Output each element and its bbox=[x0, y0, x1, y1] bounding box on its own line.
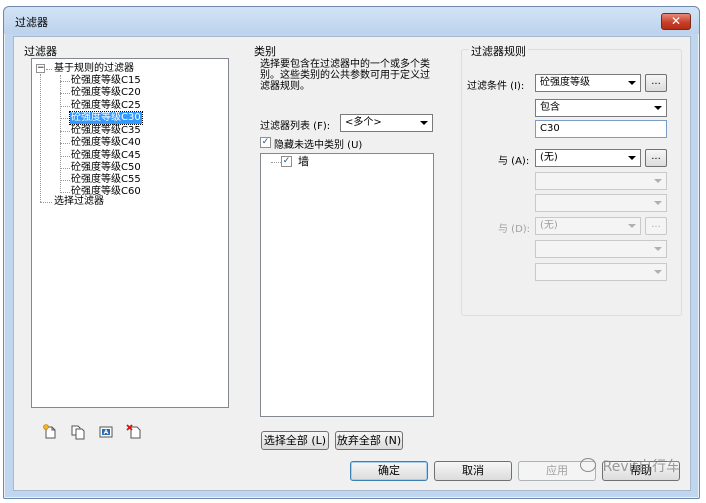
and1-label: 与 (A): bbox=[498, 156, 530, 167]
tree-connector bbox=[60, 81, 70, 82]
tree-root-selection-filter[interactable]: 选择过滤器 bbox=[53, 196, 105, 208]
filter-list-value: <多个> bbox=[345, 117, 382, 128]
wechat-logo-icon bbox=[580, 458, 596, 472]
tree-item-filter[interactable]: 砼强度等级C45 bbox=[70, 150, 142, 162]
chevron-down-icon bbox=[654, 179, 662, 183]
filters-panel-title: 过滤器 bbox=[24, 45, 57, 58]
and2-operator-dropdown[interactable] bbox=[535, 240, 667, 258]
tree-item-filter[interactable]: 砼强度等级C20 bbox=[70, 87, 142, 99]
and2-value-dropdown[interactable] bbox=[535, 263, 667, 281]
tree-item-filter[interactable]: 砼强度等级C50 bbox=[70, 162, 142, 174]
tree-item-filter-selected[interactable]: 砼强度等级C30 bbox=[69, 111, 143, 125]
tree-connector bbox=[60, 106, 70, 107]
tree-item-filter[interactable]: 砼强度等级C55 bbox=[70, 174, 142, 186]
chevron-down-icon bbox=[628, 81, 636, 85]
condition-ellipsis-button[interactable]: ... bbox=[645, 74, 667, 92]
filter-condition-dropdown[interactable]: 砼强度等级 bbox=[535, 74, 641, 92]
deselect-all-button[interactable]: 放弃全部 (N) bbox=[335, 431, 403, 450]
and2-label: 与 (D): bbox=[498, 224, 531, 235]
select-all-button[interactable]: 选择全部 (L) bbox=[261, 431, 329, 450]
chevron-down-icon bbox=[628, 224, 636, 228]
and1-ellipsis-button[interactable]: ... bbox=[645, 149, 667, 167]
tree-connector bbox=[60, 143, 70, 144]
tree-item-filter[interactable]: 砼强度等级C15 bbox=[70, 75, 142, 87]
filter-list-dropdown[interactable]: <多个> bbox=[340, 114, 433, 132]
and1-dropdown[interactable]: (无) bbox=[535, 149, 641, 167]
title-bar: 过滤器 ✕ bbox=[4, 7, 699, 34]
rule-value-input[interactable]: C30 bbox=[535, 120, 667, 138]
filters-tree[interactable]: − 基于规则的过滤器 砼强度等级C15 砼强度等级C20 砼强度等级C25 砼强… bbox=[31, 58, 229, 408]
dialog-client: 过滤器 − 基于规则的过滤器 砼强度等级C15 砼强度等级C20 砼强度等级C2… bbox=[13, 36, 691, 491]
chevron-down-icon bbox=[654, 270, 662, 274]
tree-root-rule-filters[interactable]: 基于规则的过滤器 bbox=[53, 63, 135, 75]
filter-rules-title: 过滤器规则 bbox=[469, 43, 528, 59]
close-button[interactable]: ✕ bbox=[661, 13, 691, 30]
category-checkbox[interactable]: ✓ bbox=[281, 156, 292, 167]
duplicate-filter-icon[interactable] bbox=[70, 424, 86, 440]
new-filter-icon[interactable] bbox=[42, 424, 58, 440]
chevron-down-icon bbox=[420, 121, 428, 125]
chevron-down-icon bbox=[654, 247, 662, 251]
tree-connector bbox=[46, 69, 52, 70]
cancel-button[interactable]: 取消 bbox=[434, 461, 512, 481]
delete-filter-icon[interactable] bbox=[126, 424, 142, 440]
tree-collapse-icon[interactable]: − bbox=[36, 64, 45, 73]
tree-connector bbox=[40, 202, 52, 203]
tree-connector bbox=[60, 93, 70, 94]
tree-connector bbox=[60, 131, 70, 132]
chevron-down-icon bbox=[654, 201, 662, 205]
tree-connector bbox=[60, 192, 70, 193]
categories-description: 选择要包含在过滤器中的一个或多个类别。这些类别的公共参数可用于定义过滤器规则。 bbox=[260, 59, 430, 92]
operator-value: 包含 bbox=[540, 102, 560, 113]
categories-panel-title: 类别 bbox=[254, 45, 276, 58]
and2-value: (无) bbox=[540, 220, 558, 231]
and1-operator-dropdown[interactable] bbox=[535, 172, 667, 190]
window-title: 过滤器 bbox=[15, 16, 48, 29]
chevron-down-icon bbox=[628, 156, 636, 160]
tree-connector bbox=[60, 168, 70, 169]
watermark: Revit自行车 bbox=[602, 459, 680, 475]
and2-dropdown[interactable]: (无) bbox=[535, 217, 641, 235]
operator-dropdown[interactable]: 包含 bbox=[535, 99, 667, 117]
tree-connector bbox=[60, 156, 70, 157]
tree-item-filter[interactable]: 砼强度等级C40 bbox=[70, 137, 142, 149]
filter-list-label: 过滤器列表 (F): bbox=[260, 121, 331, 132]
filters-dialog: 过滤器 ✕ 过滤器 − 基于规则的过滤器 砼强度等级C15 砼强度等级C20 砼… bbox=[3, 6, 700, 499]
hide-unchecked-checkbox[interactable]: ✓ bbox=[260, 137, 271, 148]
and2-ellipsis-button[interactable]: ... bbox=[645, 217, 667, 235]
filter-condition-label: 过滤条件 (I): bbox=[467, 81, 525, 92]
and1-value: (无) bbox=[540, 152, 558, 163]
hide-unchecked-label: 隐藏未选中类别 (U) bbox=[274, 140, 363, 151]
categories-list[interactable]: ✓ 墙 bbox=[260, 153, 434, 417]
tree-item-filter[interactable]: 砼强度等级C25 bbox=[70, 100, 142, 112]
ok-button[interactable]: 确定 bbox=[350, 461, 428, 481]
tree-connector bbox=[60, 180, 70, 181]
category-item-wall[interactable]: 墙 bbox=[297, 156, 310, 168]
chevron-down-icon bbox=[654, 106, 662, 110]
filter-condition-value: 砼强度等级 bbox=[540, 77, 590, 88]
tree-item-filter[interactable]: 砼强度等级C35 bbox=[70, 125, 142, 137]
tree-connector bbox=[40, 74, 41, 202]
and1-value-dropdown[interactable] bbox=[535, 194, 667, 212]
tree-connector bbox=[60, 118, 70, 119]
rename-filter-icon[interactable] bbox=[98, 424, 114, 440]
tree-connector bbox=[271, 162, 281, 163]
